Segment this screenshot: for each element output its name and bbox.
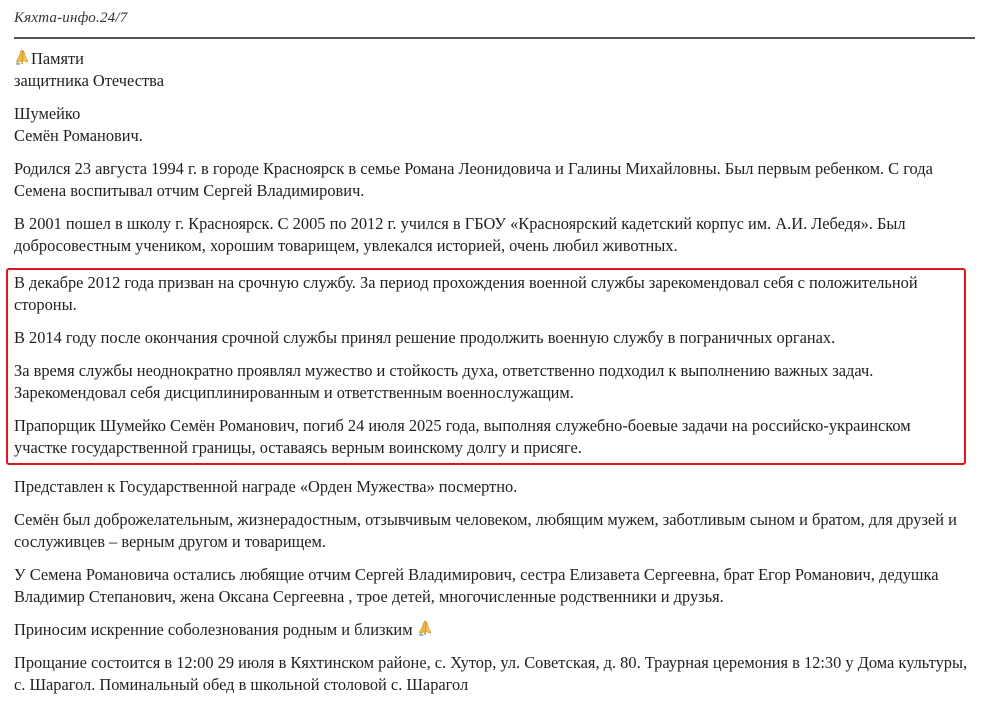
intro-paragraph: Памяти защитника Отечества xyxy=(14,48,972,92)
article-body: Памяти защитника Отечества Шумейко Семён… xyxy=(6,48,972,707)
courage-paragraph: За время службы неоднократно проявлял му… xyxy=(14,361,874,402)
service-start-paragraph: В декабре 2012 года призван на срочную с… xyxy=(14,273,918,314)
intro-line-2: защитника Отечества xyxy=(14,71,164,90)
character-paragraph: Семён был доброжелательным, жизнерадостн… xyxy=(14,510,957,551)
death-paragraph: Прапорщик Шумейко Семён Романович, погиб… xyxy=(14,416,911,457)
name-line-1: Шумейко xyxy=(14,104,81,123)
name-line-2: Семён Романович. xyxy=(14,126,143,145)
award-paragraph: Представлен к Государственной награде «О… xyxy=(14,477,518,496)
birth-paragraph: Родился 23 августа 1994 г. в городе Крас… xyxy=(14,159,933,200)
praying-hands-icon xyxy=(14,49,30,65)
condolences-text: Приносим искренние соболезнования родным… xyxy=(14,620,417,639)
border-service-paragraph: В 2014 году после окончания срочной служ… xyxy=(14,328,836,347)
farewell-paragraph: Прощание состоится в 12:00 29 июля в Кях… xyxy=(14,653,968,694)
praying-hands-icon xyxy=(417,620,433,636)
school-paragraph: В 2001 пошел в школу г. Красноярск. С 20… xyxy=(14,214,906,255)
condolences-paragraph: Приносим искренние соболезнования родным… xyxy=(14,619,972,641)
name-paragraph: Шумейко Семён Романович. xyxy=(14,103,972,147)
intro-line-1: Памяти xyxy=(31,49,84,68)
highlighted-service-block: В декабре 2012 года призван на срочную с… xyxy=(6,268,966,465)
site-header: Кяхта-инфо.24/7 xyxy=(14,8,975,39)
site-title[interactable]: Кяхта-инфо.24/7 xyxy=(14,10,127,27)
family-paragraph: У Семена Романовича остались любящие отч… xyxy=(14,565,939,606)
